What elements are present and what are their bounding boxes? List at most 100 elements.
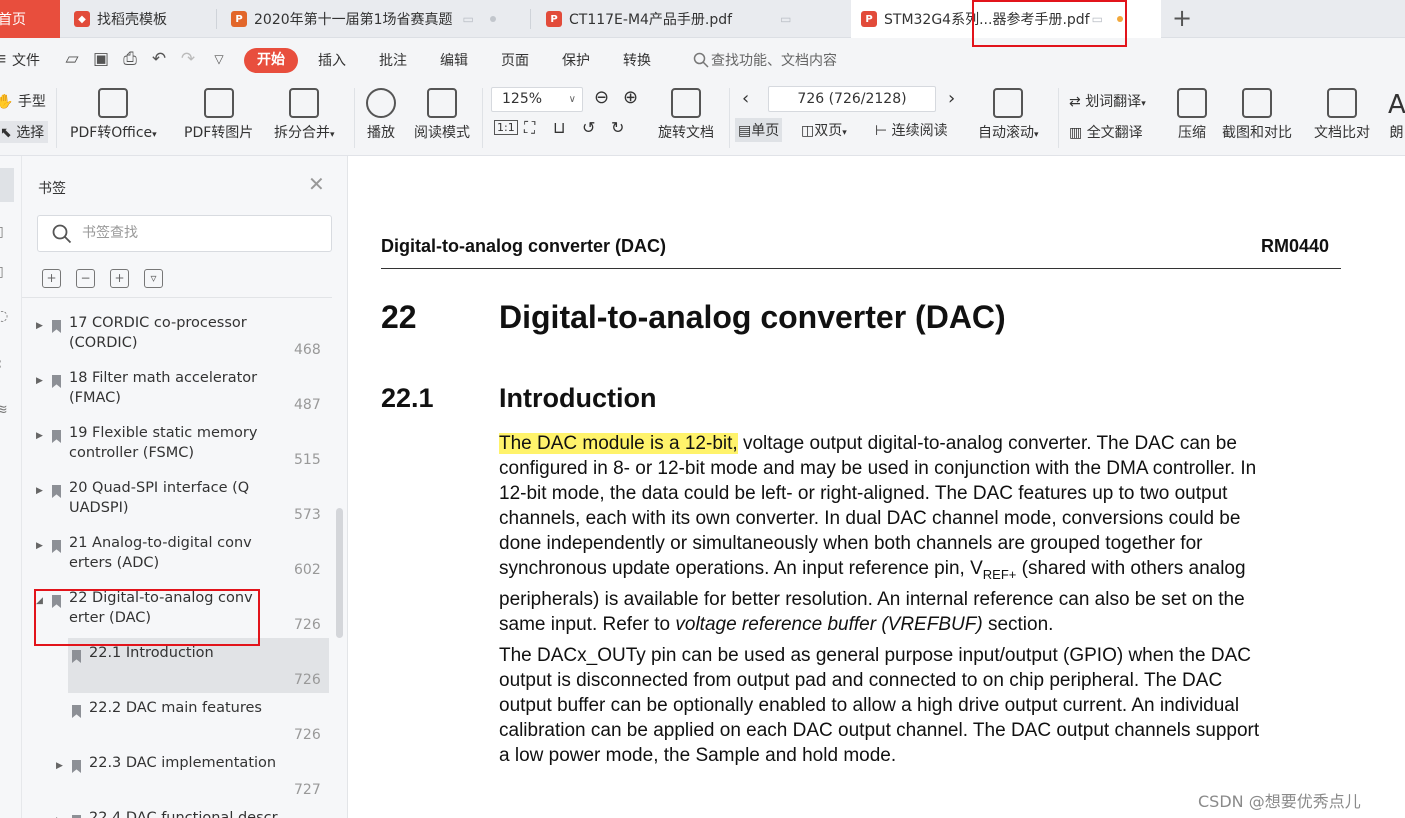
screenshot-icon	[1242, 88, 1272, 118]
bookmark-item[interactable]: ▶ 22.3 DAC implementation 727	[22, 748, 332, 803]
collapse-all-icon[interactable]: −	[76, 269, 95, 288]
fit-width-icon[interactable]: ⊔	[553, 118, 565, 137]
fit-page-icon[interactable]: ⛶	[524, 118, 535, 138]
rail-bookmark-tab[interactable]	[0, 168, 14, 202]
menu-insert[interactable]: 插入	[318, 50, 346, 70]
expand-arrow-icon[interactable]: ▶	[36, 431, 43, 441]
rotate-right-icon[interactable]: ↻	[611, 118, 624, 137]
full-translate-button[interactable]: ▥ 全文翻译	[1069, 122, 1143, 142]
split-merge-button[interactable]: 拆分合并▾	[274, 88, 335, 142]
image-icon	[203, 88, 234, 118]
collapse-arrow-icon[interactable]: ◢	[36, 596, 43, 606]
zoom-in-icon[interactable]: ⊕	[623, 87, 638, 108]
thumbnail-icon[interactable]: ▯	[0, 224, 4, 240]
print-icon[interactable]: ⎙	[120, 49, 140, 69]
expand-arrow-icon[interactable]: ▶	[56, 761, 63, 771]
bookmark-page-number: 573	[294, 507, 321, 523]
bookmark-flag-icon	[72, 650, 81, 663]
read-mode-button[interactable]: 阅读模式	[414, 88, 470, 142]
attachment-icon[interactable]: ⌇	[0, 356, 3, 372]
close-dot-icon[interactable]	[489, 16, 496, 22]
hand-tool[interactable]: ✋ 手型	[0, 91, 46, 111]
tab-docer[interactable]: ◆ 找稻壳模板	[64, 0, 214, 38]
hamburger-icon[interactable]: ≡	[0, 49, 10, 69]
menu-protect[interactable]: 保护	[562, 50, 590, 70]
expand-arrow-icon[interactable]: ▶	[36, 376, 43, 386]
search-function[interactable]: 查找功能、文档内容	[693, 50, 837, 70]
next-page-icon[interactable]: ›	[948, 88, 955, 109]
menu-edit[interactable]: 编辑	[440, 50, 468, 70]
chevron-down-icon[interactable]: ▽	[209, 49, 229, 69]
rotate-left-icon[interactable]: ↺	[582, 118, 595, 137]
new-tab-button[interactable]: +	[1172, 5, 1192, 31]
bookmark-search-input[interactable]	[82, 225, 312, 241]
bookmark-page-number: 726	[294, 727, 321, 743]
highlighted-text[interactable]: The DAC module is a 12-bit,	[499, 433, 738, 454]
chapter-number: 22	[381, 299, 417, 335]
auto-scroll-icon	[993, 88, 1024, 118]
single-page-icon: ▤	[738, 123, 752, 139]
bookmark-item[interactable]: 22.2 DAC main features 726	[22, 693, 332, 748]
bookmark-item[interactable]: ▶ 20 Quad-SPI interface (QUADSPI) 573	[22, 473, 332, 528]
tab-ct117e[interactable]: P CT117E-M4产品手册.pdf ▭	[536, 0, 846, 38]
split-merge-icon	[289, 88, 320, 118]
double-page-button[interactable]: ◫双页▾	[801, 120, 847, 140]
bookmark-item[interactable]: ▶22.4 DAC functional description	[22, 803, 332, 818]
layers-icon[interactable]: ≋	[0, 402, 8, 418]
read-aloud-icon: A	[1388, 90, 1405, 120]
document-compare-button[interactable]: 文档比对	[1314, 88, 1370, 142]
expand-arrow-icon[interactable]: ▶	[36, 541, 43, 551]
pdf-to-office-button[interactable]: PDF转Office▾	[70, 88, 157, 142]
screenshot-compare-button[interactable]: 截图和对比	[1222, 88, 1292, 142]
pdf-to-image-button[interactable]: PDF转图片	[184, 88, 253, 142]
auto-scroll-button[interactable]: 自动滚动▾	[978, 88, 1039, 142]
bookmark-item[interactable]: 22.1 Introduction 726	[68, 638, 329, 693]
page-number-input[interactable]: 726 (726/2128)	[768, 86, 936, 112]
cross-reference-link[interactable]: voltage reference buffer (VREFBUF)	[675, 614, 982, 635]
docer-icon: ◆	[74, 11, 90, 27]
menu-annotate[interactable]: 批注	[379, 50, 407, 70]
select-tool[interactable]: ⬉ 选择	[0, 121, 49, 143]
bookmark-label: 22.4 DAC functional description	[89, 810, 278, 818]
single-page-button[interactable]: ▤单页	[735, 118, 783, 142]
menu-start[interactable]: 开始	[244, 48, 298, 73]
tab-stm32g4[interactable]: P STM32G4系列...器参考手册.pdf ▭	[851, 0, 1161, 38]
close-icon[interactable]: ✕	[308, 174, 325, 194]
read-aloud-button[interactable]: A朗	[1388, 88, 1405, 142]
bookmark-scrollbar[interactable]	[336, 508, 343, 638]
redo-icon[interactable]: ↷	[178, 49, 198, 69]
menu-page[interactable]: 页面	[501, 50, 529, 70]
menu-file[interactable]: 文件	[12, 50, 40, 70]
running-header-title: Digital-to-analog converter (DAC)	[381, 236, 667, 256]
save-icon[interactable]: ▣	[91, 49, 111, 69]
ppt-icon: P	[231, 11, 247, 27]
undo-icon[interactable]: ↶	[149, 49, 169, 69]
page-icon[interactable]: ▯	[0, 264, 4, 280]
actual-size-icon[interactable]: 1:1	[494, 120, 518, 135]
comment-icon[interactable]: ◌	[0, 308, 8, 324]
menu-convert[interactable]: 转换	[623, 50, 651, 70]
continuous-read-button[interactable]: ⊢ 连续阅读	[875, 120, 948, 140]
bookmark-search[interactable]	[37, 215, 332, 252]
previous-page-icon[interactable]: ‹	[742, 88, 749, 109]
bookmark-item[interactable]: ▶ 21 Analog-to-digital converters (ADC) 60…	[22, 528, 332, 583]
expand-all-icon[interactable]: +	[42, 269, 61, 288]
zoom-select[interactable]: 125% ∨	[491, 87, 583, 112]
word-translate-button[interactable]: ⇄ 划词翻译▾	[1069, 91, 1146, 111]
play-button[interactable]: 播放	[366, 88, 396, 142]
zoom-out-icon[interactable]: ⊖	[594, 87, 609, 108]
add-bookmark-icon[interactable]: +	[110, 269, 129, 288]
bookmark-icon[interactable]: ▿	[144, 269, 163, 288]
expand-arrow-icon[interactable]: ▶	[36, 486, 43, 496]
tab-ppt[interactable]: P 2020年第十一届第1场省赛真题 ▭	[221, 0, 527, 38]
bookmark-item[interactable]: ◢ 22 Digital-to-analog converter (DAC) 726	[22, 583, 332, 638]
expand-arrow-icon[interactable]: ▶	[36, 321, 43, 331]
tab-home[interactable]: 首页	[0, 0, 60, 38]
rotate-document-button[interactable]: 旋转文档	[658, 88, 714, 142]
compress-button[interactable]: 压缩	[1177, 88, 1207, 142]
panel-title: 书签	[38, 181, 66, 197]
open-folder-icon[interactable]: ▱	[62, 49, 82, 69]
bookmark-item[interactable]: ▶ 17 CORDIC co-processor (CORDIC) 468	[22, 308, 332, 363]
bookmark-item[interactable]: ▶ 18 Filter math accelerator (FMAC) 487	[22, 363, 332, 418]
bookmark-item[interactable]: ▶ 19 Flexible static memory controller (F…	[22, 418, 332, 473]
